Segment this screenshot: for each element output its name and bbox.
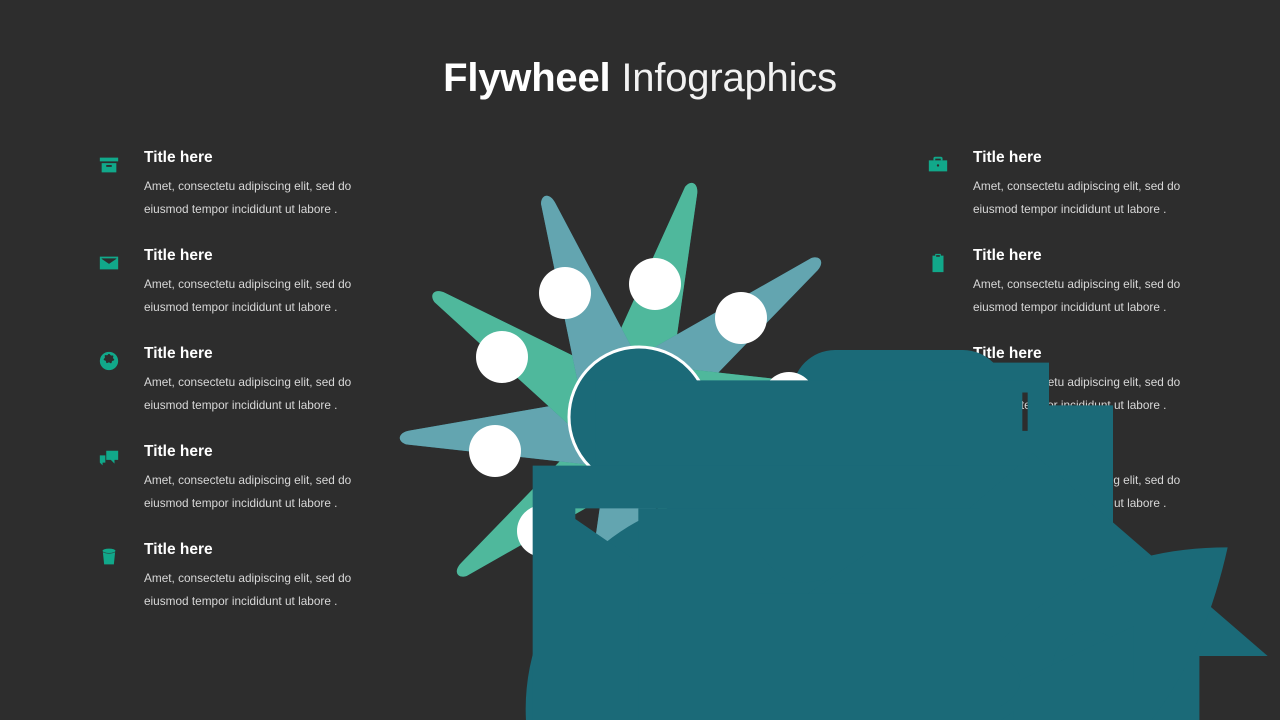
item-title: Title here [973,247,1042,264]
briefcase-icon [925,152,951,178]
page-title: Flywheel Infographics [0,56,1280,101]
item-body: Amet, consectetu adipiscing elit, sed do… [144,570,352,608]
list-item[interactable]: Title here Amet, consectetu adipiscing e… [925,248,1255,346]
envelope-icon [96,250,122,276]
list-item[interactable]: Title here Amet, consectetu adipiscing e… [96,542,426,640]
list-item[interactable]: Title here Amet, consectetu adipiscing e… [96,346,426,444]
item-body: Amet, consectetu adipiscing elit, sed do… [144,178,352,216]
item-body: Amet, consectetu adipiscing elit, sed do… [144,374,352,412]
left-items-column: Title here Amet, consectetu adipiscing e… [96,150,426,640]
globe-icon [96,348,122,374]
item-title: Title here [973,149,1042,166]
list-item[interactable]: Title here Amet, consectetu adipiscing e… [925,150,1255,248]
item-body: Amet, consectetu adipiscing elit, sed do… [144,472,352,510]
item-body: Amet, consectetu adipiscing elit, sed do… [973,276,1181,314]
item-body: Amet, consectetu adipiscing elit, sed do… [144,276,352,314]
clipboard-icon [925,250,951,276]
flywheel-diagram: Your Title Here [383,140,1268,720]
chat-bubbles-icon [96,446,122,472]
page-title-light: Infographics [621,56,837,100]
list-item[interactable]: Title here Amet, consectetu adipiscing e… [96,444,426,542]
list-item[interactable]: Title here Amet, consectetu adipiscing e… [96,150,426,248]
archive-box-icon [96,152,122,178]
list-item[interactable]: Title here Amet, consectetu adipiscing e… [96,248,426,346]
item-title: Title here [973,345,1042,362]
item-body: Amet, consectetu adipiscing elit, sed do… [973,178,1181,216]
trash-can-icon [96,544,122,570]
page-title-strong: Flywheel [443,56,611,100]
